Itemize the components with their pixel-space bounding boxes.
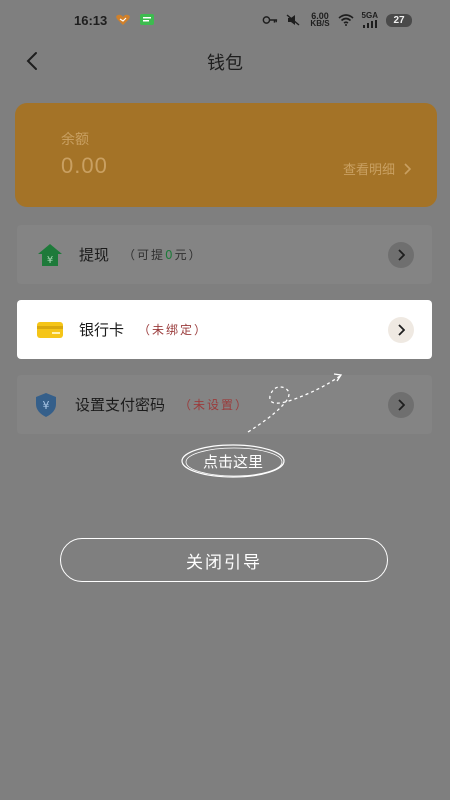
close-guide-button[interactable]: 关闭引导 [60,538,388,582]
withdraw-note: （可提0元） [123,246,203,263]
status-right: 6.00 KB/S 5GA 27 [262,12,412,28]
wifi-icon [338,14,354,26]
bank-card-title: 银行卡 [79,321,125,339]
guide-arrow-icon [247,373,343,433]
view-details-label: 查看明细 [342,163,395,178]
chevron-right-icon [404,162,411,175]
network-speed: 6.00 KB/S [310,12,329,28]
bank-card-note: （未绑定） [138,323,209,337]
chevron-right-icon [398,398,405,411]
pay-password-arrow [388,391,414,418]
network-type: 5GA [362,12,378,28]
withdraw-arrow [388,241,414,268]
page-title: 钱包 [207,53,243,74]
bank-card-row[interactable]: 银行卡 （未绑定） [17,300,432,359]
withdraw-title: 提现 [79,246,110,264]
bank-card-arrow [388,316,414,343]
bank-card-icon [35,315,65,345]
pay-password-note: （未设置） [179,398,250,412]
chevron-right-icon [398,323,405,336]
hint-text: 点击这里 [202,452,263,471]
network-label: 5GA [361,11,378,20]
withdraw-note-prefix: （可提 [123,248,166,262]
withdraw-available-amount: 0 [165,248,175,262]
status-time: 16:13 [74,12,108,28]
message-app-icon [140,14,155,25]
heart-app-icon [116,14,131,25]
status-bar: 16:13 6.00 KB/S 5GA 27 [0,0,450,40]
balance-amount: 0.00 [61,153,108,178]
battery-indicator: 27 [386,13,412,27]
svg-text:¥: ¥ [43,399,50,412]
status-left: 16:13 [74,13,155,28]
withdraw-row[interactable]: ¥ 提现 （可提0元） [17,225,432,284]
withdraw-note-suffix: 元） [174,248,203,262]
shield-icon: ¥ [31,390,61,420]
withdraw-house-icon: ¥ [35,240,65,270]
view-details-link[interactable]: 查看明细 [343,159,411,178]
tap-here-hint: 点击这里 [180,443,286,479]
mute-icon [286,14,300,26]
svg-text:¥: ¥ [47,255,53,266]
signal-icon [362,20,377,28]
balance-label: 余额 [61,132,89,148]
key-icon [263,16,278,24]
chevron-right-icon [398,248,405,261]
speed-unit: KB/S [310,19,330,28]
pay-password-title: 设置支付密码 [75,396,166,414]
header: 钱包 [0,40,450,84]
pay-password-row[interactable]: ¥ 设置支付密码 （未设置） [17,375,432,434]
balance-card: 余额 0.00 查看明细 [15,103,437,207]
